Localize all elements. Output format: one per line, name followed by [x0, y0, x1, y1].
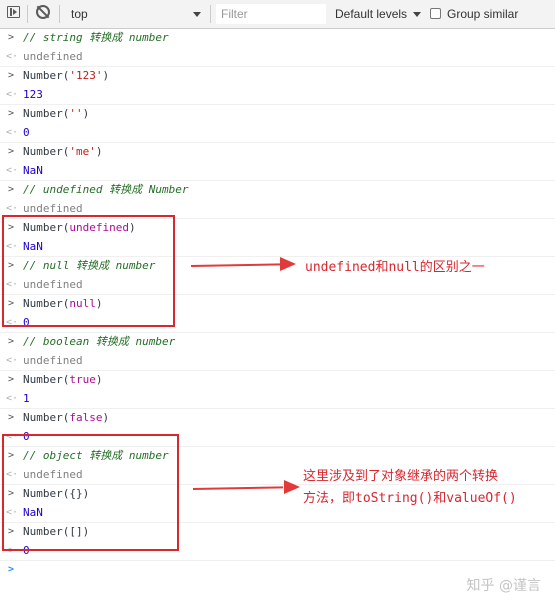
context-label: top	[71, 7, 88, 21]
input-prompt-icon: >	[7, 412, 15, 423]
output-arrow-icon: <·	[6, 126, 19, 138]
console-input-row: > Number(true)	[0, 371, 555, 390]
output-arrow-icon: <·	[6, 354, 19, 366]
output-arrow-icon: <·	[6, 88, 19, 100]
input-prompt-icon: >	[7, 146, 15, 157]
input-prompt-icon: >	[7, 374, 15, 385]
context-selector[interactable]: top	[66, 3, 207, 25]
input-prompt-icon: >	[7, 184, 15, 195]
console-output-row: <· undefined	[0, 352, 555, 371]
chevron-down-icon	[193, 12, 201, 17]
input-prompt-icon: >	[7, 70, 15, 81]
input-prompt-icon: >	[7, 32, 15, 43]
zhihu-watermark: 知乎 @谨言	[466, 578, 541, 594]
output-arrow-icon: <·	[6, 50, 19, 62]
annotation-arrow-head	[280, 257, 296, 271]
log-levels-dropdown[interactable]: Default levels	[335, 3, 425, 25]
console-input-row: >// undefined 转换成 Number	[0, 181, 555, 200]
log-levels-label: Default levels	[335, 7, 408, 21]
annotation-text-1: undefined和null的区别之一	[305, 260, 485, 275]
chevron-down-icon	[413, 12, 421, 17]
annotation-text-2-line2: 方法，即toString()和valueOf()	[303, 491, 517, 506]
console-output-row: <· 123	[0, 86, 555, 105]
console-input-row: > Number('me')	[0, 143, 555, 162]
output-arrow-icon: <·	[6, 164, 19, 176]
clear-console-icon[interactable]	[36, 5, 52, 21]
group-similar-label: Group similar	[447, 7, 519, 21]
input-prompt-icon: >	[7, 336, 15, 347]
console-output-row: <· 1	[0, 390, 555, 409]
toolbar-divider	[27, 5, 28, 23]
annotation-arrow-head	[284, 480, 300, 494]
highlight-box-object	[2, 434, 179, 551]
console-input-row: >// boolean 转换成 number	[0, 333, 555, 352]
console-input-row: > Number(false)	[0, 409, 555, 428]
console-output-row: <· NaN	[0, 162, 555, 181]
output-arrow-icon: <·	[6, 392, 19, 404]
console-output-row: <· undefined	[0, 48, 555, 67]
annotation-text-2-line1: 这里涉及到了对象继承的两个转换	[303, 469, 499, 484]
console-input-row: > Number('')	[0, 105, 555, 124]
console-toolbar: top Default levels Group similar	[0, 0, 555, 29]
console-output-row: <· 0	[0, 124, 555, 143]
panel-toggle-icon[interactable]	[7, 5, 23, 21]
group-similar-checkbox[interactable]	[430, 8, 441, 19]
input-prompt-icon: >	[7, 108, 15, 119]
input-prompt-icon: >	[7, 564, 15, 575]
toolbar-divider	[210, 5, 211, 23]
filter-input[interactable]	[216, 4, 326, 24]
highlight-box-null-undefined	[2, 215, 175, 327]
console-input-row: > Number('123')	[0, 67, 555, 86]
toolbar-divider	[59, 5, 60, 23]
console-input-row: >// string 转换成 number	[0, 29, 555, 48]
